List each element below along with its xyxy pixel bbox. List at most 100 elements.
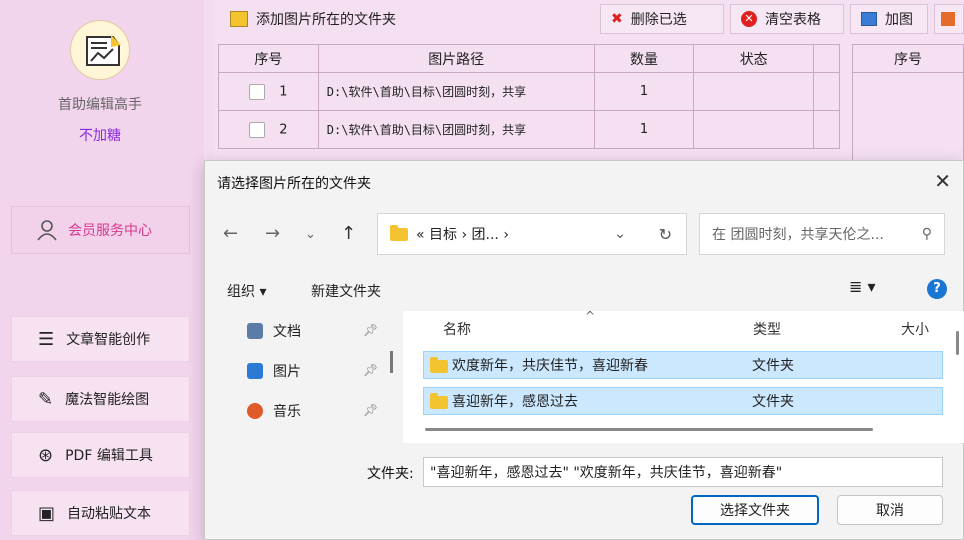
row-path: D:\软件\首助\目标\团圆时刻，共享 — [317, 110, 595, 149]
menu-icon: ☰ — [38, 328, 55, 350]
chevron-down-icon[interactable]: ⌄ — [614, 226, 626, 242]
row-index: 1 — [279, 84, 288, 99]
search-placeholder: 在 团圆时刻，共享天伦之... — [712, 227, 884, 243]
nav-article-creation[interactable]: ☰ 文章智能创作 — [11, 316, 190, 362]
right-table: 序号 — [852, 44, 964, 163]
add-folder-button[interactable]: 添加图片所在的文件夹 — [220, 4, 420, 34]
file-list: 名称 ^ 类型 大小 欢度新年，共庆佳节，喜迎新春 文件夹 喜迎新年，感恩过去 … — [403, 309, 964, 443]
member-service-button[interactable]: 会员服务中心 — [11, 206, 190, 254]
address-bar[interactable]: « 目标 › 团... › ⌄ ↻ — [377, 213, 687, 255]
list-item[interactable]: 喜迎新年，感恩过去 文件夹 — [423, 387, 943, 415]
forward-arrow-icon[interactable]: → — [265, 223, 280, 244]
nav-music-label: 音乐 — [273, 404, 301, 420]
header-count: 数量 — [593, 44, 695, 73]
nav-label: 自动粘贴文本 — [67, 506, 152, 522]
nav-magic-drawing[interactable]: ✎ 魔法智能绘图 — [11, 376, 190, 422]
documents-icon — [247, 323, 263, 339]
search-icon: ⚲ — [921, 226, 932, 242]
nav-music[interactable]: 音乐 — [247, 399, 301, 423]
vertical-scrollbar[interactable] — [956, 331, 959, 355]
app-logo — [70, 20, 130, 80]
right-header-index: 序号 — [852, 44, 964, 73]
folder-name-field[interactable]: "喜迎新年，感恩过去" "欢度新年，共庆佳节，喜迎新春" — [423, 457, 943, 487]
row-count: 1 — [593, 72, 695, 111]
nav-documents[interactable]: 文档 — [247, 319, 301, 343]
new-folder-button[interactable]: 新建文件夹 — [311, 281, 381, 301]
navigation-pane: 文档 📌︎ 图片 📌︎ 音乐 📌︎ — [205, 311, 401, 443]
header-path: 图片路径 — [317, 44, 595, 73]
add-folder-label: 添加图片所在的文件夹 — [256, 12, 396, 28]
add-image-button[interactable]: 加图 — [850, 4, 928, 34]
folder-icon — [430, 393, 448, 409]
file-name: 欢度新年，共庆佳节，喜迎新春 — [452, 358, 648, 374]
toolbar-extra-icon — [941, 12, 955, 26]
list-item[interactable]: 欢度新年，共庆佳节，喜迎新春 文件夹 — [423, 351, 943, 379]
sort-up-icon: ^ — [585, 309, 596, 323]
table-row[interactable]: 1 D:\软件\首助\目标\团圆时刻，共享 1 — [218, 72, 840, 111]
nav-documents-label: 文档 — [273, 324, 301, 340]
up-arrow-icon[interactable]: ↑ — [341, 223, 356, 244]
add-image-icon — [861, 12, 877, 26]
recent-dropdown-icon[interactable]: ⌄ — [305, 227, 316, 242]
sidebar: 首助编辑高手 不加糖 会员服务中心 ☰ 文章智能创作 ✎ 魔法智能绘图 ⊛ PD… — [0, 0, 204, 540]
nav-pictures-label: 图片 — [273, 364, 301, 380]
delete-icon: ✖ — [611, 11, 623, 27]
table-row[interactable]: 2 D:\软件\首助\目标\团圆时刻，共享 1 — [218, 110, 840, 149]
pane-splitter[interactable] — [390, 351, 393, 373]
delete-selected-button[interactable]: ✖ 删除已选 — [600, 4, 724, 34]
header-status: 状态 — [693, 44, 815, 73]
row-path: D:\软件\首助\目标\团圆时刻，共享 — [317, 72, 595, 111]
back-arrow-icon[interactable]: ← — [223, 223, 238, 244]
search-input[interactable]: 在 团圆时刻，共享天伦之... ⚲ — [699, 213, 945, 255]
row-count: 1 — [593, 110, 695, 149]
select-folder-button[interactable]: 选择文件夹 — [691, 495, 819, 525]
pin-icon: 📌︎ — [363, 403, 379, 417]
pin-icon: 📌︎ — [363, 363, 379, 377]
table-header: 序号 图片路径 数量 状态 — [218, 44, 840, 73]
column-name[interactable]: 名称 — [443, 319, 471, 339]
nav-label: PDF 编辑工具 — [65, 448, 153, 464]
app-subtitle: 不加糖 — [79, 128, 121, 144]
user-icon — [37, 220, 57, 241]
add-folder-icon — [230, 11, 248, 27]
nav-auto-paste[interactable]: ▣ 自动粘贴文本 — [11, 490, 190, 536]
file-name: 喜迎新年，感恩过去 — [452, 394, 578, 410]
view-menu-icon[interactable]: ≣ ▾ — [849, 277, 876, 296]
row-checkbox[interactable] — [249, 121, 266, 138]
command-bar: 组织 ▾ 新建文件夹 ≣ ▾ ? — [205, 273, 964, 307]
dialog-title: 请选择图片所在的文件夹 — [217, 176, 371, 192]
more-toolbar-button[interactable] — [934, 4, 964, 34]
nav-label: 文章智能创作 — [66, 332, 151, 348]
column-type[interactable]: 类型 — [753, 319, 781, 339]
music-icon — [247, 403, 263, 419]
folder-picker-dialog: 请选择图片所在的文件夹 ✕ ← → ⌄ ↑ « 目标 › 团... › ⌄ ↻ … — [204, 160, 964, 540]
pin-icon: 📌︎ — [363, 323, 379, 337]
paste-icon: ▣ — [38, 502, 56, 524]
delete-selected-label: 删除已选 — [630, 12, 687, 28]
address-bar-row: ← → ⌄ ↑ « 目标 › 团... › ⌄ ↻ 在 团圆时刻，共享天伦之..… — [205, 213, 964, 257]
row-index: 2 — [279, 122, 288, 137]
file-type: 文件夹 — [752, 394, 794, 410]
row-status — [693, 72, 815, 111]
horizontal-scrollbar[interactable] — [425, 428, 873, 431]
member-service-label: 会员服务中心 — [68, 223, 152, 239]
main-panel: 添加图片所在的文件夹 ✖ 删除已选 ✕ 清空表格 加图 序号 图片路径 数量 状… — [214, 0, 964, 170]
organize-menu[interactable]: 组织 ▾ — [227, 281, 266, 301]
nav-pictures[interactable]: 图片 — [247, 359, 301, 383]
header-index: 序号 — [218, 44, 319, 73]
paint-icon: ✎ — [38, 388, 54, 410]
close-icon[interactable]: ✕ — [934, 169, 951, 193]
clear-icon: ✕ — [741, 11, 757, 27]
row-checkbox[interactable] — [249, 83, 266, 100]
clear-table-label: 清空表格 — [765, 12, 821, 28]
column-size[interactable]: 大小 — [901, 319, 929, 339]
refresh-icon[interactable]: ↻ — [659, 225, 672, 244]
cancel-button[interactable]: 取消 — [837, 495, 943, 525]
nav-pdf-tools[interactable]: ⊛ PDF 编辑工具 — [11, 432, 190, 478]
row-status — [693, 110, 815, 149]
pictures-icon — [247, 363, 263, 379]
nav-label: 魔法智能绘图 — [65, 392, 150, 408]
folder-icon — [390, 224, 408, 241]
help-icon[interactable]: ? — [927, 279, 947, 299]
clear-table-button[interactable]: ✕ 清空表格 — [730, 4, 844, 34]
